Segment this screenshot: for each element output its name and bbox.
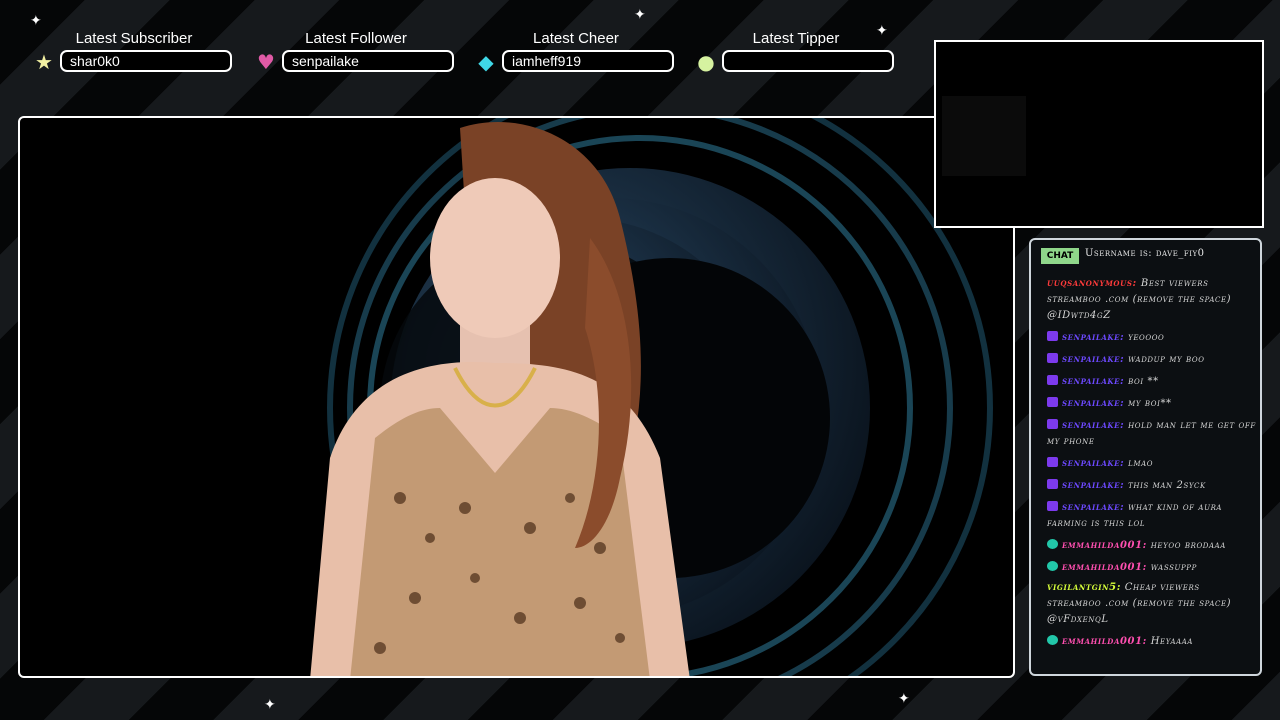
latest-subscriber-widget: Latest Subscriber ★ shar0k0 [34, 28, 264, 78]
latest-follower-widget: Latest Follower ♥ senpailake [256, 28, 486, 78]
camera-placeholder [942, 96, 1026, 176]
chat-text: heyoo brodaaa [1146, 540, 1226, 551]
chat-panel: CHAT Username is: dave_fiy0 uuqsanonymou… [1029, 238, 1262, 676]
latest-cheer-label: Latest Cheer [533, 30, 619, 47]
latest-follower-value: senpailake [282, 50, 454, 72]
latest-tipper-label: Latest Tipper [752, 30, 840, 47]
sparkle-icon: ✦ [30, 13, 42, 29]
subscriber-badge-icon [1047, 397, 1058, 407]
subscriber-badge-icon [1047, 419, 1058, 429]
latest-tipper-widget: Latest Tipper ● [696, 28, 926, 78]
sparkle-icon: ✦ [634, 7, 646, 23]
chat-username: emmahilda001: [1062, 636, 1147, 647]
gem-badge-icon [1047, 561, 1058, 571]
subscriber-badge-icon [1047, 479, 1058, 489]
chat-top-line: Username is: dave_fiy0 [1085, 248, 1205, 259]
chat-text: my boi** [1124, 398, 1172, 409]
chat-message: senpailake: what kind of aura farming is… [1047, 500, 1257, 532]
chat-message: senpailake: my boi** [1047, 396, 1257, 412]
chat-username: senpailake: [1062, 354, 1125, 365]
chat-username: uuqsanonymous: [1047, 278, 1141, 289]
chat-username: senpailake: [1062, 458, 1125, 469]
chat-username: vigilantgin5: [1047, 582, 1122, 593]
streamer-person [310, 122, 690, 676]
chat-message: senpailake: lmao [1047, 456, 1257, 472]
chat-text: yeoooo [1124, 332, 1165, 343]
latest-cheer-widget: Latest Cheer ◆ iamheff919 [476, 28, 706, 78]
chat-message: emmahilda001: Heyaaaa [1047, 634, 1257, 650]
chat-username: senpailake: [1062, 502, 1125, 513]
chat-message: emmahilda001: heyoo brodaaa [1047, 538, 1257, 554]
chat-username: senpailake: [1062, 420, 1125, 431]
sparkle-icon: ✦ [264, 697, 276, 713]
chat-message: senpailake: boi ** [1047, 374, 1257, 390]
coin-icon: ● [697, 50, 715, 74]
chat-username: senpailake: [1062, 398, 1125, 409]
latest-follower-label: Latest Follower [305, 30, 407, 47]
chat-text: Heyaaaa [1146, 636, 1194, 647]
gem-badge-icon [1047, 539, 1058, 549]
latest-subscriber-label: Latest Subscriber [75, 30, 193, 47]
subscriber-badge-icon [1047, 331, 1058, 341]
main-video-frame [18, 116, 1015, 678]
chat-text: waddup my boo [1124, 354, 1205, 365]
chat-message: uuqsanonymous: Best viewers streamboo .c… [1047, 276, 1257, 324]
latest-tipper-value [722, 50, 894, 72]
heart-icon: ♥ [257, 50, 275, 74]
chat-label: CHAT [1041, 248, 1079, 264]
subscriber-badge-icon [1047, 501, 1058, 511]
subscriber-badge-icon [1047, 375, 1058, 385]
chat-username: senpailake: [1062, 480, 1125, 491]
latest-subscriber-value: shar0k0 [60, 50, 232, 72]
chat-text: lmao [1124, 458, 1154, 469]
chat-username: emmahilda001: [1062, 540, 1147, 551]
star-icon: ★ [35, 50, 53, 74]
chat-message: emmahilda001: wassuppp [1047, 560, 1257, 576]
chat-text: this man 2syck [1124, 480, 1206, 491]
chat-username: senpailake: [1062, 332, 1125, 343]
sparkle-icon: ✦ [898, 691, 910, 707]
diamond-icon: ◆ [478, 50, 494, 74]
subscriber-badge-icon [1047, 353, 1058, 363]
chat-text: wassuppp [1146, 562, 1197, 573]
chat-message: vigilantgin5: Cheap viewers streamboo .c… [1047, 580, 1257, 628]
camera-box [934, 40, 1264, 228]
chat-message: senpailake: yeoooo [1047, 330, 1257, 346]
chat-message: senpailake: waddup my boo [1047, 352, 1257, 368]
latest-cheer-value: iamheff919 [502, 50, 674, 72]
subscriber-badge-icon [1047, 457, 1058, 467]
chat-text: boi ** [1124, 376, 1159, 387]
gem-badge-icon [1047, 635, 1058, 645]
chat-username: emmahilda001: [1062, 562, 1147, 573]
chat-message: senpailake: hold man let me get off my p… [1047, 418, 1257, 450]
chat-message: senpailake: this man 2syck [1047, 478, 1257, 494]
chat-username: senpailake: [1062, 376, 1125, 387]
